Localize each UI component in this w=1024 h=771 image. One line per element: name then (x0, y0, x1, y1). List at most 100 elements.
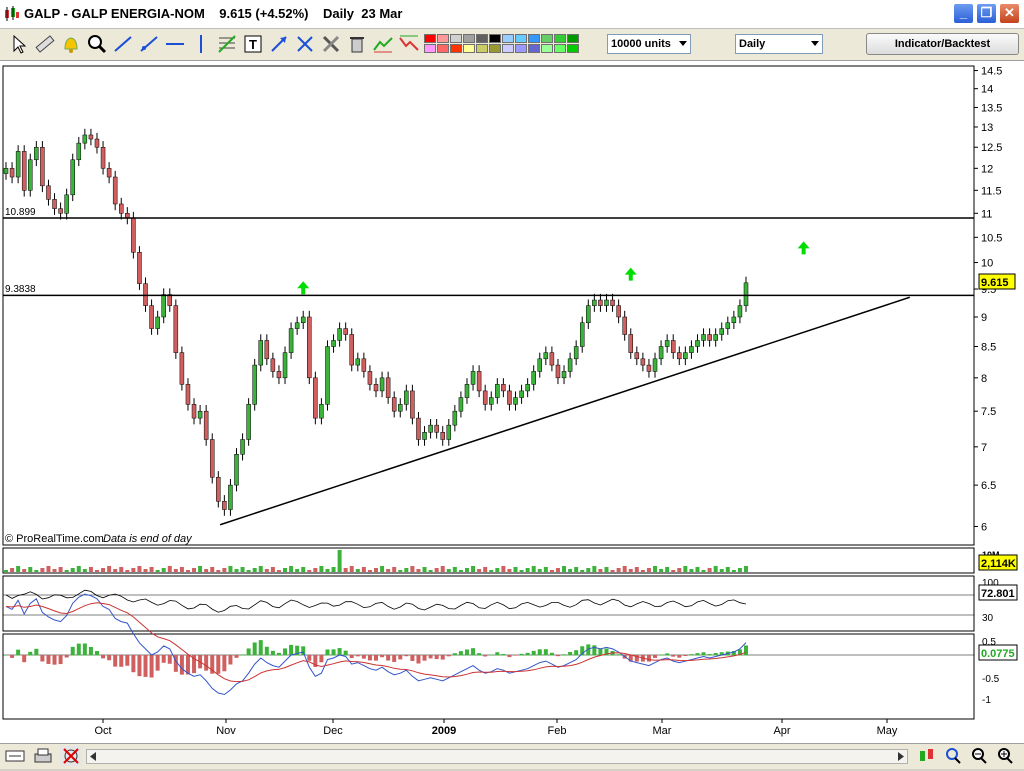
volume-bar (489, 570, 494, 572)
candle-body (294, 322, 300, 329)
candle-body (118, 203, 124, 214)
color-swatch[interactable] (424, 34, 436, 43)
volume-bar (731, 570, 736, 572)
minimize-button[interactable]: _ (953, 3, 974, 24)
candle-body (567, 358, 573, 372)
candle-body (683, 352, 688, 360)
vertical-line-icon[interactable] (190, 33, 212, 55)
macd-histogram-bar (28, 651, 33, 656)
zoom-icon[interactable] (86, 33, 108, 55)
candle-body (725, 322, 731, 329)
fibonacci-icon[interactable] (216, 33, 238, 55)
trash-icon[interactable] (346, 33, 368, 55)
candle-body (222, 501, 227, 510)
color-swatch[interactable] (528, 34, 540, 43)
candle-body (622, 316, 627, 335)
color-swatch[interactable] (450, 44, 462, 53)
color-swatch[interactable] (489, 34, 501, 43)
period-select[interactable]: Daily (735, 34, 823, 54)
zoom-fit-icon[interactable] (942, 746, 964, 766)
line-tool-icon[interactable] (112, 33, 134, 55)
trend-down-icon[interactable] (398, 33, 420, 55)
macd-histogram-bar (137, 655, 142, 677)
scroll-left-icon[interactable] (89, 752, 97, 761)
color-swatch[interactable] (476, 34, 488, 43)
print-icon[interactable] (32, 746, 54, 766)
close-button[interactable]: ✕ (999, 3, 1020, 24)
text-tool-icon[interactable]: T (242, 33, 264, 55)
trend-up-icon[interactable] (372, 33, 394, 55)
candle-body (40, 146, 45, 187)
candle-body (713, 334, 718, 341)
color-swatch[interactable] (450, 34, 462, 43)
candle-body (367, 371, 373, 385)
color-swatch[interactable] (528, 44, 540, 53)
candle-body (161, 294, 166, 318)
macd-histogram-bar (562, 654, 567, 656)
zoom-out-icon[interactable] (968, 746, 990, 766)
candle-body (404, 390, 409, 405)
chart-area[interactable]: 14.5 14 13.5 13 12.5 12 11.5 11 10.5 10 9.5 9 8.5 8 7.… (0, 61, 1024, 743)
macd-histogram-bar (653, 655, 658, 658)
volume-bar (88, 567, 93, 572)
tools-icon[interactable] (320, 33, 342, 55)
color-swatch[interactable] (476, 44, 488, 53)
macd-histogram-bar (246, 648, 251, 656)
y-tick-label: 9 (981, 312, 987, 324)
units-select[interactable]: 10000 units (607, 34, 691, 54)
color-swatch[interactable] (554, 44, 566, 53)
candle-body (495, 384, 500, 398)
color-swatch[interactable] (424, 44, 436, 53)
macd-histogram-bar (119, 655, 124, 667)
volume-bar (586, 568, 591, 572)
color-swatch[interactable] (502, 44, 514, 53)
color-swatch[interactable] (541, 34, 553, 43)
macd-histogram-bar (555, 655, 560, 657)
volume-bar (707, 568, 712, 572)
x-axis-label: Mar (653, 725, 672, 737)
color-swatch[interactable] (437, 34, 449, 43)
color-swatch[interactable] (515, 34, 527, 43)
candle-body (664, 340, 670, 347)
color-swatch[interactable] (554, 34, 566, 43)
color-swatch[interactable] (567, 44, 579, 53)
color-swatch[interactable] (541, 44, 553, 53)
volume-bar (501, 566, 506, 572)
horizontal-scrollbar[interactable] (86, 749, 908, 764)
arrows-icon[interactable] (268, 33, 290, 55)
crosshair-icon[interactable] (294, 33, 316, 55)
macd-histogram-bar (107, 655, 112, 661)
scroll-right-icon[interactable] (897, 752, 905, 761)
candle-body (737, 305, 743, 318)
color-swatch[interactable] (515, 44, 527, 53)
candle-body (288, 328, 294, 353)
color-swatch[interactable] (463, 34, 475, 43)
pointer-icon[interactable] (8, 33, 30, 55)
no-sync-icon[interactable] (60, 746, 82, 766)
indicator-backtest-button[interactable]: Indicator/Backtest (866, 33, 1019, 55)
price-chart[interactable]: 14.51413.51312.51211.51110.5109.598.587.… (0, 61, 1024, 743)
ruler-icon[interactable] (34, 33, 56, 55)
volume-bar (343, 568, 348, 572)
horizontal-line-icon[interactable] (164, 33, 186, 55)
zoom-in-icon[interactable] (994, 746, 1016, 766)
ray-tool-icon[interactable] (138, 33, 160, 55)
macd-histogram-bar (94, 651, 99, 656)
color-swatch[interactable] (489, 44, 501, 53)
y-tick-label: 7.5 (981, 406, 996, 418)
volume-bar (695, 567, 700, 572)
macd-panel (2, 633, 975, 720)
volume-bar (471, 566, 476, 572)
candle-type-icon[interactable] (916, 746, 938, 766)
color-swatch[interactable] (567, 34, 579, 43)
price-panel (2, 65, 975, 546)
color-swatch[interactable] (463, 44, 475, 53)
color-swatch[interactable] (437, 44, 449, 53)
candle-body (252, 364, 257, 405)
alarm-bell-icon[interactable] (60, 33, 82, 55)
link-icon[interactable] (4, 746, 26, 766)
candle-body (282, 352, 288, 379)
candle-body (143, 283, 148, 306)
restore-button[interactable]: ❐ (976, 3, 997, 24)
color-swatch[interactable] (502, 34, 514, 43)
